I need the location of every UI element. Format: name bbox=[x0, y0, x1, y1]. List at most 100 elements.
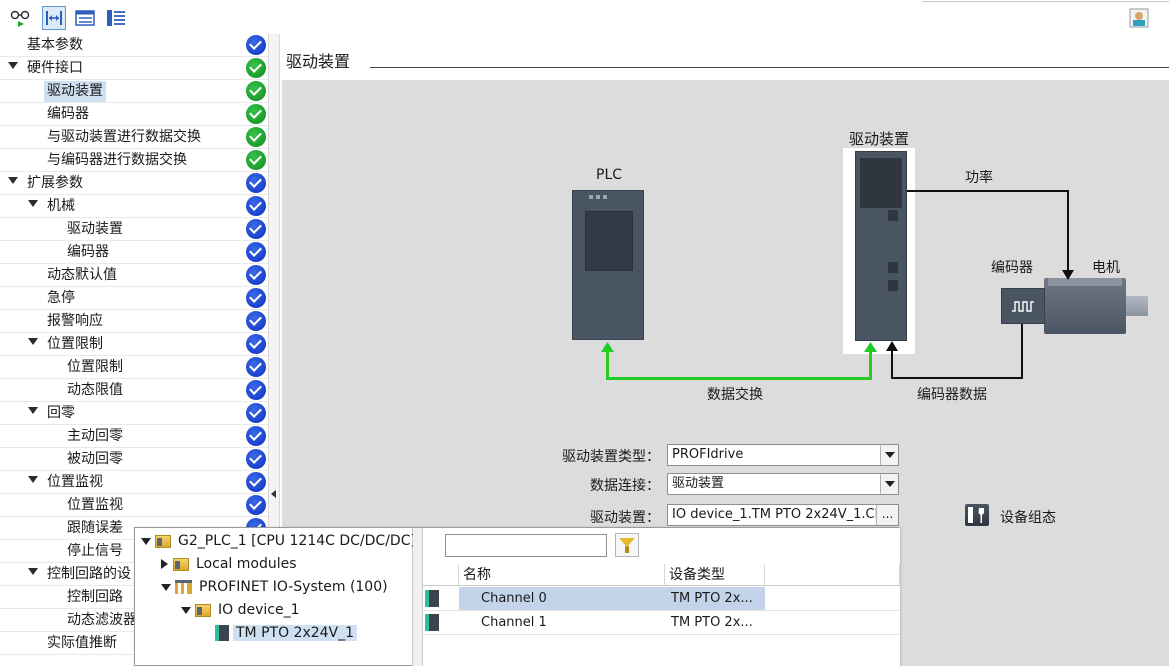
tree-item-label: 急停 bbox=[47, 290, 75, 306]
title-divider bbox=[370, 67, 1169, 68]
data-exchange-line bbox=[606, 377, 872, 380]
data-exchange-line bbox=[606, 350, 609, 380]
plc-label: PLC bbox=[596, 167, 623, 183]
browse-button[interactable]: ... bbox=[876, 505, 898, 525]
chevron-down-icon[interactable] bbox=[880, 474, 898, 494]
grid-header-fill bbox=[765, 564, 900, 586]
tree-item[interactable]: 编码器 bbox=[0, 241, 268, 264]
tree-item[interactable]: 回零 bbox=[0, 402, 268, 425]
collapse-left-icon[interactable] bbox=[271, 490, 276, 498]
data-connection-select[interactable]: 驱动装置 bbox=[667, 473, 899, 495]
grid-header-type[interactable]: 设备类型 bbox=[665, 564, 765, 586]
filter-icon[interactable] bbox=[615, 533, 639, 557]
tree-item[interactable]: 驱动装置 bbox=[0, 80, 268, 103]
drive-field-label: 驱动装置： bbox=[590, 510, 660, 526]
check-circle-icon bbox=[246, 127, 266, 147]
tree-item[interactable]: 扩展参数 bbox=[0, 172, 268, 195]
tree-item[interactable]: 被动回零 bbox=[0, 448, 268, 471]
power-line bbox=[1067, 190, 1069, 272]
check-circle-icon bbox=[246, 449, 266, 469]
tree-item[interactable]: 动态限值 bbox=[0, 379, 268, 402]
data-exchange-label: 数据交换 bbox=[707, 387, 763, 403]
motor-label: 电机 bbox=[1092, 260, 1120, 276]
tree-item[interactable]: 与驱动装置进行数据交换 bbox=[0, 126, 268, 149]
device-tree-item[interactable]: TM PTO 2x24V_1 bbox=[215, 622, 358, 644]
channel-name-cell[interactable]: Channel 1 bbox=[477, 611, 657, 634]
chevron-down-icon[interactable] bbox=[8, 62, 18, 69]
tree-item[interactable]: 急停 bbox=[0, 287, 268, 310]
chevron-down-icon[interactable] bbox=[28, 200, 38, 207]
tab-strip-line bbox=[1040, 0, 1169, 2]
tree-item[interactable]: 报警响应 bbox=[0, 310, 268, 333]
view-icon[interactable] bbox=[8, 6, 32, 30]
chevron-down-icon[interactable] bbox=[8, 177, 18, 184]
device-tree: G2_PLC_1 [CPU 1214C DC/DC/DC] Local modul… bbox=[135, 528, 416, 666]
tree-item[interactable]: 基本参数 bbox=[0, 34, 268, 57]
plc-leds bbox=[589, 195, 609, 199]
expand-icon[interactable] bbox=[42, 6, 66, 30]
check-circle-icon bbox=[246, 58, 266, 78]
chevron-down-icon[interactable] bbox=[141, 537, 151, 545]
channel-type-cell[interactable]: TM PTO 2x... bbox=[667, 611, 763, 634]
row-divider bbox=[423, 634, 900, 635]
chevron-down-icon[interactable] bbox=[880, 445, 898, 465]
chevron-down-icon[interactable] bbox=[28, 476, 38, 483]
chevron-down-icon[interactable] bbox=[181, 606, 191, 614]
tree-item[interactable]: 位置监视 bbox=[0, 494, 268, 517]
device-tree-item[interactable]: IO device_1 bbox=[181, 599, 303, 621]
device-config-icon[interactable] bbox=[965, 504, 989, 526]
module-icon bbox=[425, 590, 439, 607]
data-arrow-icon bbox=[601, 342, 614, 352]
check-circle-icon bbox=[246, 426, 266, 446]
tree-item-label: 与驱动装置进行数据交换 bbox=[47, 129, 201, 145]
filter-input[interactable] bbox=[445, 534, 607, 557]
network-icon bbox=[175, 580, 192, 594]
drive-type-select[interactable]: PROFIdrive bbox=[667, 444, 899, 466]
tree-item[interactable]: 主动回零 bbox=[0, 425, 268, 448]
device-tree-item[interactable]: G2_PLC_1 [CPU 1214C DC/DC/DC] bbox=[141, 530, 419, 552]
drive-select-field[interactable]: IO device_1.TM PTO 2x24V_1.Ch ... bbox=[667, 504, 899, 526]
plc-device bbox=[572, 190, 644, 340]
module-icon bbox=[425, 614, 439, 631]
tree-item[interactable]: 机械 bbox=[0, 195, 268, 218]
chevron-down-icon[interactable] bbox=[28, 338, 38, 345]
tree-item[interactable]: 驱动装置 bbox=[0, 218, 268, 241]
list-icon[interactable] bbox=[73, 6, 97, 30]
chevron-down-icon[interactable] bbox=[28, 568, 38, 575]
section-title: 驱动装置 bbox=[286, 52, 351, 71]
channel-name-cell[interactable]: Channel 0 bbox=[477, 587, 657, 610]
device-tree-item[interactable]: PROFINET IO-System (100) bbox=[161, 576, 391, 598]
tree-item[interactable]: 位置监视 bbox=[0, 471, 268, 494]
popup-tree-scrollbar[interactable] bbox=[413, 528, 423, 666]
tree-item-label: 控制回路 bbox=[67, 589, 123, 605]
tree-item-label: 与编码器进行数据交换 bbox=[47, 152, 187, 168]
folder-icon bbox=[155, 534, 171, 548]
tree-item-label: 位置限制 bbox=[67, 359, 123, 375]
chevron-down-icon[interactable] bbox=[28, 407, 38, 414]
chevron-down-icon[interactable] bbox=[161, 583, 171, 591]
device-tree-label: Local modules bbox=[196, 556, 297, 572]
tree-item-label: 控制回路的设 bbox=[47, 566, 131, 582]
device-config-link[interactable]: 设备组态 bbox=[1000, 507, 1056, 527]
grid-header-name[interactable]: 名称 bbox=[459, 564, 665, 586]
list-detail-icon[interactable] bbox=[104, 6, 128, 30]
tree-item-label: 基本参数 bbox=[27, 37, 83, 53]
tree-item[interactable]: 动态默认值 bbox=[0, 264, 268, 287]
check-circle-icon bbox=[246, 380, 266, 400]
device-tree-item[interactable]: Local modules bbox=[161, 553, 300, 575]
data-connection-value: 驱动装置 bbox=[672, 476, 725, 491]
check-circle-icon bbox=[246, 357, 266, 377]
channel-type-cell[interactable]: TM PTO 2x... bbox=[667, 587, 763, 610]
check-circle-icon bbox=[246, 104, 266, 124]
tree-item[interactable]: 编码器 bbox=[0, 103, 268, 126]
encoder-data-arrow-icon bbox=[886, 341, 898, 351]
tree-item[interactable]: 位置限制 bbox=[0, 333, 268, 356]
tree-item[interactable]: 位置限制 bbox=[0, 356, 268, 379]
user-config-icon[interactable] bbox=[1127, 6, 1151, 30]
tree-item[interactable]: 与编码器进行数据交换 bbox=[0, 149, 268, 172]
tree-item-label: 跟随误差 bbox=[67, 520, 123, 536]
tree-item[interactable]: 硬件接口 bbox=[0, 57, 268, 80]
chevron-right-icon[interactable] bbox=[161, 559, 168, 569]
check-circle-icon bbox=[246, 196, 266, 216]
module-icon bbox=[215, 625, 229, 641]
